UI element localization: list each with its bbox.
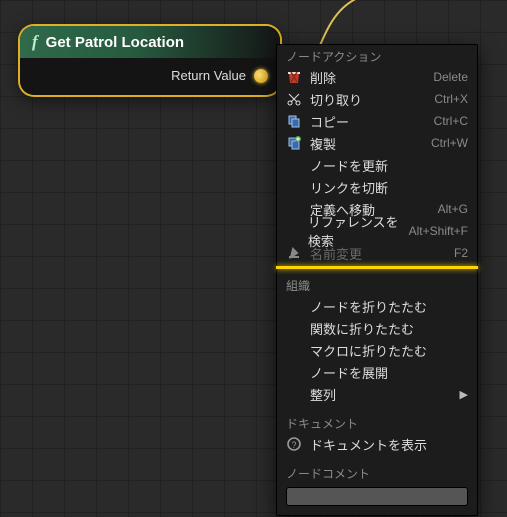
menu-item-find-references[interactable]: リファレンスを検索 Alt+Shift+F — [276, 220, 478, 242]
shortcut: Ctrl+W — [431, 136, 468, 150]
shortcut: F2 — [454, 246, 468, 260]
node-header[interactable]: f Get Patrol Location — [20, 26, 280, 58]
copy-icon — [286, 113, 302, 129]
help-icon: ? — [286, 436, 302, 452]
menu-item-show-document[interactable]: ? ドキュメントを表示 — [276, 433, 478, 455]
shortcut: Delete — [433, 70, 468, 84]
function-icon: f — [32, 32, 38, 52]
pin-label: Return Value — [171, 68, 246, 83]
cut-icon — [286, 91, 302, 107]
menu-item-delete[interactable]: 削除 Delete — [276, 66, 478, 88]
shortcut: Ctrl+C — [434, 114, 468, 128]
node-comment-input[interactable] — [286, 487, 468, 506]
section-node-comment: ノードコメント — [276, 461, 478, 483]
shortcut: Ctrl+X — [434, 92, 468, 106]
rename-icon — [286, 245, 302, 261]
section-document: ドキュメント — [276, 411, 478, 433]
chevron-right-icon: ▶ — [460, 388, 468, 401]
menu-item-duplicate[interactable]: 複製 Ctrl+W — [276, 132, 478, 154]
delete-icon — [286, 69, 302, 85]
node-title: Get Patrol Location — [46, 34, 184, 51]
shortcut: Alt+Shift+F — [409, 224, 468, 238]
svg-text:?: ? — [291, 440, 296, 450]
highlight-divider — [276, 266, 478, 269]
shortcut: Alt+G — [438, 202, 468, 216]
menu-item-collapse-macro[interactable]: マクロに折りたたむ — [276, 339, 478, 361]
node-body: Return Value — [20, 58, 280, 95]
menu-item-cut[interactable]: 切り取り Ctrl+X — [276, 88, 478, 110]
section-organization: 組織 — [276, 273, 478, 295]
menu-item-refresh[interactable]: ノードを更新 — [276, 154, 478, 176]
menu-item-expand-node[interactable]: ノードを展開 — [276, 361, 478, 383]
node-get-patrol-location[interactable]: f Get Patrol Location Return Value — [20, 26, 280, 95]
output-pin-row[interactable]: Return Value — [171, 68, 268, 83]
menu-item-collapse-node[interactable]: ノードを折りたたむ — [276, 295, 478, 317]
menu-item-break-links[interactable]: リンクを切断 — [276, 176, 478, 198]
menu-item-alignment[interactable]: 整列 ▶ — [276, 383, 478, 405]
menu-item-collapse-function[interactable]: 関数に折りたたむ — [276, 317, 478, 339]
section-node-actions: ノードアクション — [276, 44, 478, 66]
output-pin[interactable] — [254, 69, 268, 83]
context-menu: ノードアクション 削除 Delete 切り取り Ctrl+X コピー Ctrl+… — [276, 44, 478, 516]
duplicate-icon — [286, 135, 302, 151]
menu-item-copy[interactable]: コピー Ctrl+C — [276, 110, 478, 132]
